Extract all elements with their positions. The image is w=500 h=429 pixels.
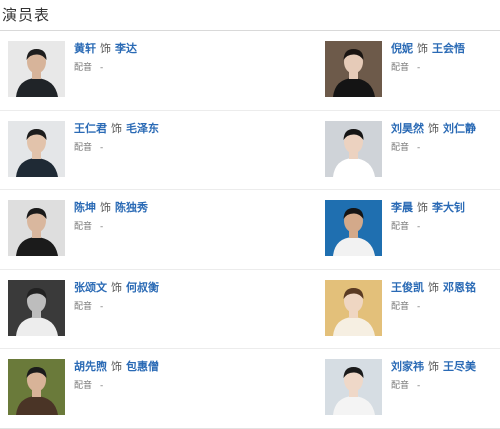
as-label: 饰: [428, 360, 439, 373]
voice-label: 配音: [391, 381, 410, 391]
character-link[interactable]: 李达: [115, 42, 137, 55]
cast-card: 张颂文饰何叔衡 配音 -: [8, 279, 248, 338]
voice-label: 配音: [74, 301, 93, 312]
voice-label: 配音: [74, 222, 93, 232]
role-line: 刘昊然饰刘仁静: [391, 122, 476, 136]
voice-value: -: [417, 222, 421, 232]
character-link[interactable]: 王尽美: [443, 360, 476, 373]
cast-card: 陈坤饰陈独秀 配音 -: [8, 200, 248, 258]
as-label: 饰: [417, 42, 428, 55]
cast-grid: 黄轩饰李达 配音 - 倪妮饰王会悟 配音 - 王仁君饰毛泽东 配音 - 刘昊然饰刘仁静 配音 - 陈坤饰…: [0, 31, 500, 429]
cast-card: 黄轩饰李达 配音 -: [8, 41, 248, 99]
voice-line: 配音 -: [391, 142, 420, 154]
cast-row: 黄轩饰李达 配音 - 倪妮饰王会悟 配音 -: [0, 31, 500, 111]
voice-label: 配音: [74, 381, 93, 391]
voice-line: 配音 -: [74, 62, 103, 74]
character-link[interactable]: 包惠僧: [126, 360, 159, 373]
role-line: 陈坤饰陈独秀: [74, 201, 148, 215]
cast-card: 倪妮饰王会悟 配音 -: [325, 41, 500, 99]
actor-link[interactable]: 刘家祎: [391, 360, 424, 373]
as-label: 饰: [100, 201, 111, 214]
voice-value: -: [417, 381, 421, 391]
voice-value: -: [100, 142, 104, 153]
actor-photo[interactable]: [8, 120, 65, 177]
cast-row: 胡先煦饰包惠僧 配音 - 刘家祎饰王尽美 配音 -: [0, 349, 500, 429]
role-line: 胡先煦饰包惠僧: [74, 360, 159, 374]
as-label: 饰: [111, 360, 122, 373]
character-link[interactable]: 邓恩铭: [443, 281, 476, 294]
role-line: 李晨饰李大钊: [391, 201, 465, 215]
voice-label: 配音: [391, 222, 410, 232]
as-label: 饰: [111, 280, 122, 294]
character-link[interactable]: 何叔衡: [126, 281, 159, 294]
cast-card: 刘昊然饰刘仁静 配音 -: [325, 120, 500, 179]
cast-card: 刘家祎饰王尽美 配音 -: [325, 359, 500, 417]
cast-row: 王仁君饰毛泽东 配音 - 刘昊然饰刘仁静 配音 -: [0, 111, 500, 190]
actor-link[interactable]: 倪妮: [391, 42, 413, 55]
voice-value: -: [417, 142, 421, 153]
actor-photo[interactable]: [325, 279, 382, 336]
voice-label: 配音: [74, 142, 93, 153]
cast-card: 王仁君饰毛泽东 配音 -: [8, 120, 248, 179]
actor-photo[interactable]: [325, 200, 382, 256]
voice-label: 配音: [391, 63, 410, 73]
actor-photo[interactable]: [325, 41, 382, 97]
character-link[interactable]: 陈独秀: [115, 201, 148, 214]
as-label: 饰: [428, 121, 439, 135]
voice-value: -: [100, 301, 104, 312]
actor-link[interactable]: 王仁君: [74, 122, 107, 135]
voice-label: 配音: [74, 63, 93, 73]
cast-row: 张颂文饰何叔衡 配音 - 王俊凯饰邓恩铭 配音 -: [0, 270, 500, 349]
role-line: 黄轩饰李达: [74, 42, 137, 56]
voice-label: 配音: [391, 301, 410, 312]
actor-link[interactable]: 黄轩: [74, 42, 96, 55]
actor-link[interactable]: 李晨: [391, 201, 413, 214]
actor-link[interactable]: 王俊凯: [391, 281, 424, 294]
as-label: 饰: [100, 42, 111, 55]
actor-photo[interactable]: [325, 120, 382, 177]
voice-line: 配音 -: [74, 301, 103, 313]
as-label: 饰: [111, 121, 122, 135]
voice-line: 配音 -: [391, 380, 420, 392]
voice-line: 配音 -: [391, 62, 420, 74]
character-link[interactable]: 王会悟: [432, 42, 465, 55]
voice-label: 配音: [391, 142, 410, 153]
cast-card: 李晨饰李大钊 配音 -: [325, 200, 500, 258]
role-line: 倪妮饰王会悟: [391, 42, 465, 56]
actor-link[interactable]: 胡先煦: [74, 360, 107, 373]
character-link[interactable]: 李大钊: [432, 201, 465, 214]
actor-photo[interactable]: [8, 279, 65, 336]
cast-row: 陈坤饰陈独秀 配音 - 李晨饰李大钊 配音 -: [0, 190, 500, 270]
voice-value: -: [417, 63, 421, 73]
voice-value: -: [100, 63, 104, 73]
actor-photo[interactable]: [8, 200, 65, 256]
voice-line: 配音 -: [391, 221, 420, 233]
character-link[interactable]: 毛泽东: [126, 122, 159, 135]
page-title: 演员表: [2, 6, 51, 24]
voice-line: 配音 -: [74, 380, 103, 392]
voice-value: -: [100, 381, 104, 391]
role-line: 张颂文饰何叔衡: [74, 281, 159, 295]
role-line: 刘家祎饰王尽美: [391, 360, 476, 374]
role-line: 王仁君饰毛泽东: [74, 122, 159, 136]
actor-photo[interactable]: [325, 359, 382, 415]
actor-link[interactable]: 刘昊然: [391, 122, 424, 135]
actor-photo[interactable]: [8, 359, 65, 415]
voice-value: -: [417, 301, 421, 312]
cast-card: 王俊凯饰邓恩铭 配音 -: [325, 279, 500, 338]
voice-line: 配音 -: [74, 221, 103, 233]
as-label: 饰: [428, 280, 439, 294]
voice-line: 配音 -: [74, 142, 103, 154]
actor-link[interactable]: 陈坤: [74, 201, 96, 214]
voice-line: 配音 -: [391, 301, 420, 313]
as-label: 饰: [417, 201, 428, 214]
character-link[interactable]: 刘仁静: [443, 122, 476, 135]
role-line: 王俊凯饰邓恩铭: [391, 281, 476, 295]
voice-value: -: [100, 222, 104, 232]
actor-link[interactable]: 张颂文: [74, 281, 107, 294]
actor-photo[interactable]: [8, 41, 65, 97]
cast-card: 胡先煦饰包惠僧 配音 -: [8, 359, 248, 417]
